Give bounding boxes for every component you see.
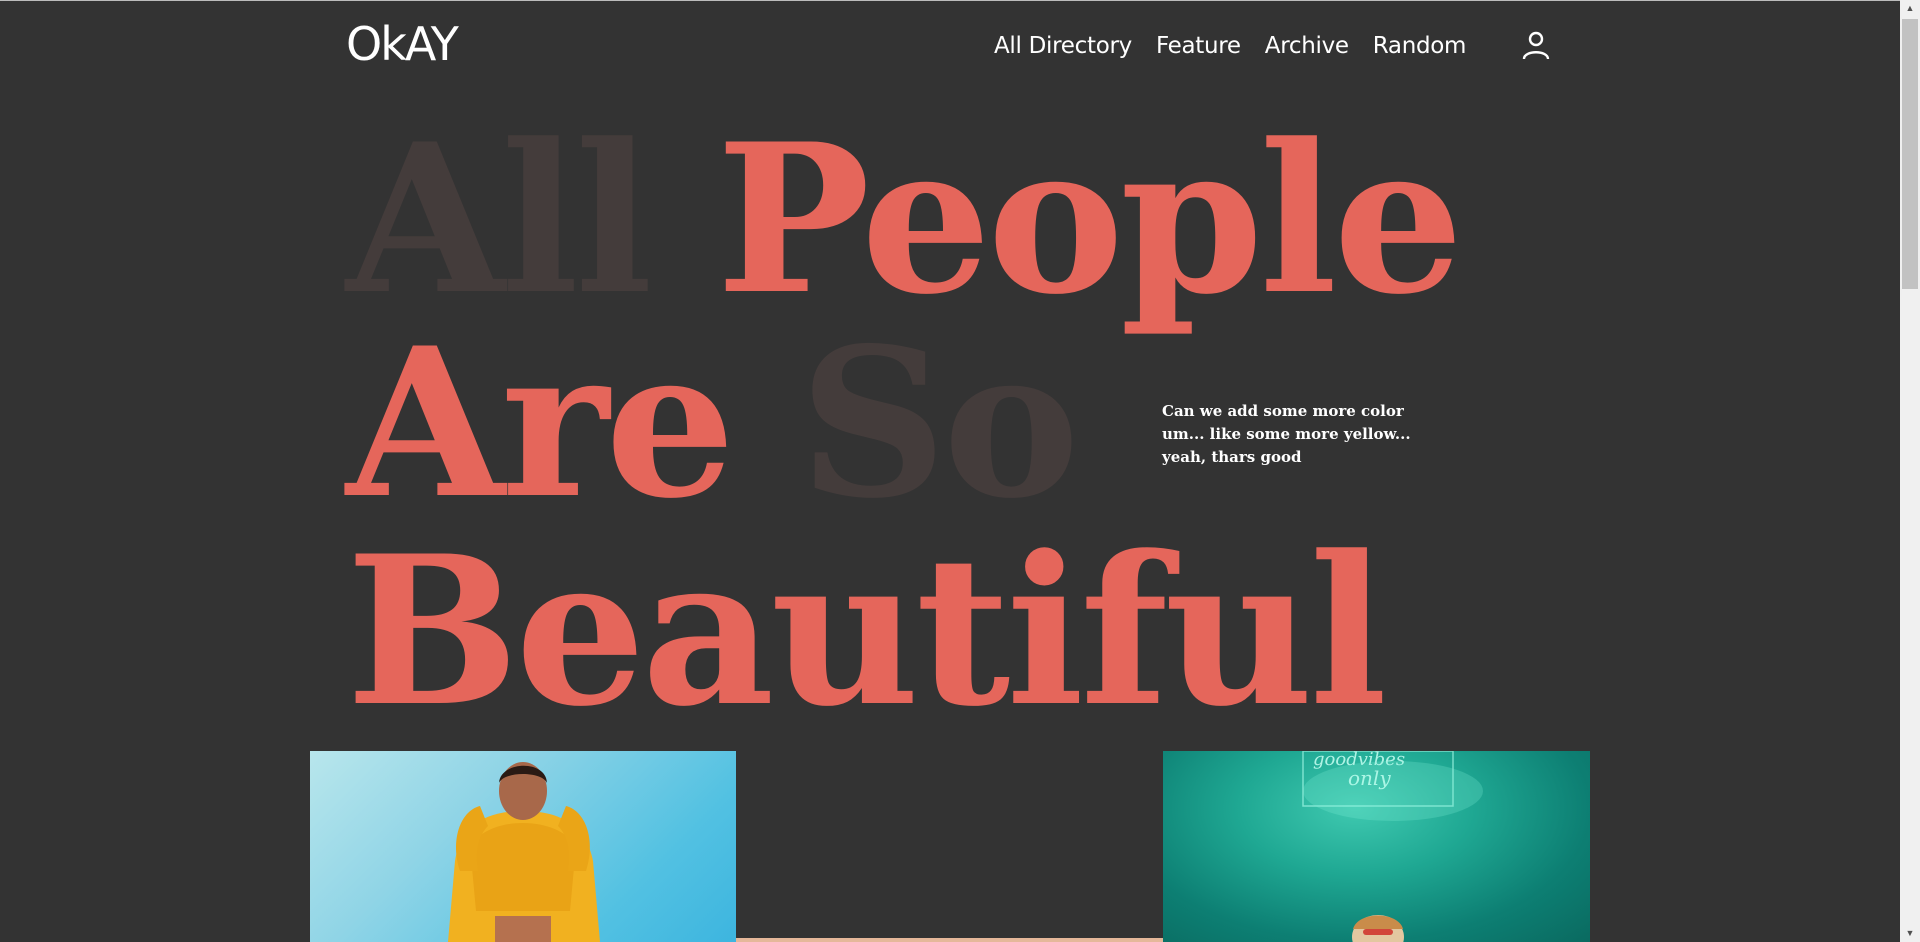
site-logo[interactable]: OkAY (346, 14, 459, 74)
vertical-scrollbar[interactable]: ▲ ▼ (1900, 0, 1920, 942)
photo-neon-room[interactable]: goodvibes only (1163, 751, 1590, 942)
scroll-up-arrow-icon[interactable]: ▲ (1900, 0, 1920, 17)
hero-line-2: Are So (346, 304, 1080, 544)
hero-tagline: Can we add some more color um... like so… (1162, 402, 1411, 466)
hero-word-are: Are (346, 304, 735, 544)
hero-line-1: All People (346, 100, 1464, 340)
nav-random[interactable]: Random (1373, 26, 1467, 66)
nav-feature[interactable]: Feature (1156, 26, 1241, 66)
hero-word-people: People (716, 100, 1463, 340)
main-nav: All Directory Feature Archive Random (994, 26, 1490, 66)
user-icon[interactable] (1521, 30, 1551, 60)
photo-woman-yellow-hoodie[interactable] (310, 751, 736, 942)
page: OkAY All Directory Feature Archive Rando… (0, 0, 1920, 942)
scroll-thumb[interactable] (1902, 19, 1918, 289)
hero-line-3: Beautiful (346, 512, 1387, 752)
hero-word-beautiful: Beautiful (346, 512, 1387, 752)
nav-all-directory[interactable]: All Directory (994, 26, 1132, 66)
nav-archive[interactable]: Archive (1265, 26, 1349, 66)
top-border (0, 0, 1900, 1)
hero-word-so: So (798, 304, 1080, 544)
scroll-down-arrow-icon[interactable]: ▼ (1900, 925, 1920, 942)
center-image-edge (736, 938, 1163, 942)
hero-word-all: All (346, 100, 653, 340)
